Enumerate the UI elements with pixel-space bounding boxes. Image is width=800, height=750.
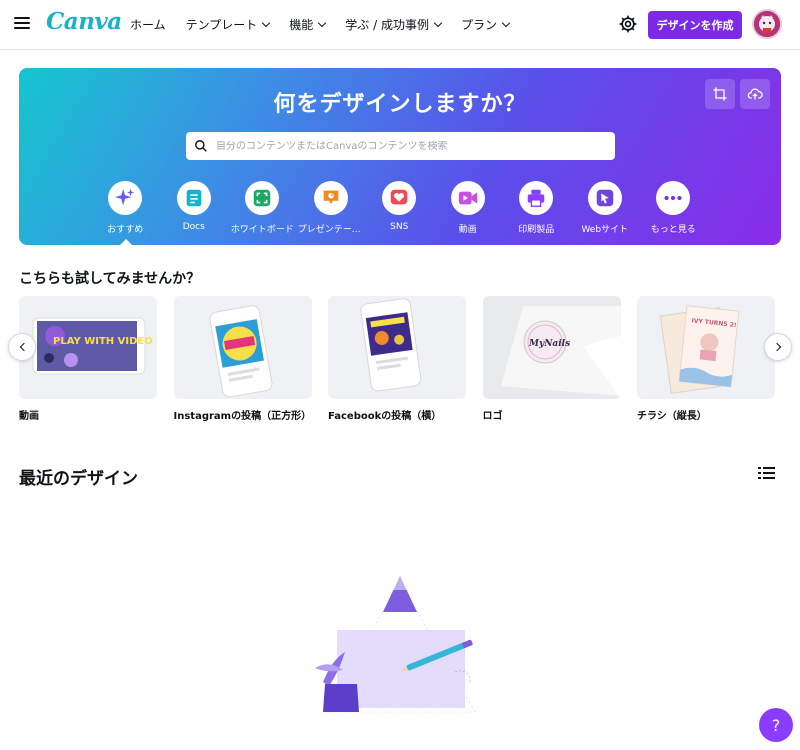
card-label: チラシ（縦長） [637, 411, 707, 422]
selected-category-indicator [120, 239, 132, 245]
category-label: 印刷製品 [518, 225, 555, 235]
carousel-next-button[interactable] [764, 333, 792, 361]
category-circle [656, 181, 691, 215]
category-label: SNS [390, 222, 409, 232]
nav-home-label: ホーム [130, 18, 166, 32]
card-label: Facebookの投稿（横） [328, 411, 442, 422]
category-circle [382, 181, 417, 215]
category-label: おすすめ [107, 225, 144, 235]
category-whiteboard[interactable]: ホワイトボード [228, 181, 297, 235]
category-presentation[interactable]: プレゼンテーション [297, 181, 366, 235]
gear-icon[interactable] [618, 14, 638, 34]
printer-icon [528, 189, 545, 207]
suggestion-card-facebook[interactable]: Facebookの投稿（横） [328, 296, 466, 422]
nav-features-label: 機能 [289, 18, 314, 32]
chevron-right-icon [772, 342, 781, 352]
card-label: 動画 [19, 411, 39, 422]
menu-icon[interactable] [14, 17, 30, 31]
search-field[interactable] [186, 132, 615, 160]
card-thumb-text: MyNails [528, 339, 570, 349]
suggestion-card-logo[interactable]: MyNails ロゴ [482, 296, 621, 422]
nav-learn[interactable]: 学ぶ / 成功事例 [345, 16, 443, 33]
hero-title: 何をデザインしますか？ [273, 92, 527, 117]
list-view-icon[interactable] [758, 465, 776, 481]
upload-cloud-icon[interactable] [740, 79, 770, 109]
chevron-down-icon [433, 18, 443, 28]
nav-home[interactable]: ホーム [130, 16, 166, 33]
try-section-title: こちらも試してみませんか？ [19, 271, 201, 287]
suggestion-card-video[interactable]: PLAY WITH VIDEO 動画 [19, 296, 157, 422]
category-label: 動画 [458, 225, 477, 235]
chevron-left-icon [19, 342, 28, 352]
category-circle [519, 181, 554, 215]
category-label: Docs [182, 222, 205, 232]
chevron-down-icon [318, 18, 327, 28]
category-video[interactable]: 動画 [434, 181, 503, 235]
category-docs[interactable]: Docs [160, 181, 229, 235]
card-thumbnail [328, 296, 466, 399]
card-thumbnail: IVY TURNS 2! [637, 296, 775, 399]
more-icon [664, 195, 682, 201]
category-circle [587, 181, 622, 215]
nav-learn-label: 学ぶ / 成功事例 [345, 18, 429, 32]
avatar[interactable] [752, 9, 782, 39]
heart-icon [391, 189, 408, 205]
category-circle [245, 181, 280, 215]
search-icon [195, 140, 207, 152]
card-label: ロゴ [482, 411, 503, 422]
hero-banner: 何をデザインしますか？ おすすめ Docs ホワイトボード [19, 68, 781, 245]
card-thumbnail: PLAY WITH VIDEO [19, 296, 157, 399]
category-more[interactable]: もっと見る [639, 181, 708, 235]
crop-icon[interactable] [705, 79, 735, 109]
whiteboard-icon [254, 189, 271, 207]
category-sns[interactable]: SNS [365, 181, 434, 235]
card-thumbnail: MyNails [482, 296, 621, 399]
chevron-down-icon [262, 18, 271, 28]
recent-designs-title: 最近のデザイン [19, 469, 138, 489]
docs-icon [186, 189, 202, 207]
help-button[interactable]: ? [759, 708, 793, 742]
category-label: プレゼンテーション [297, 225, 364, 235]
sparkle-icon [115, 188, 135, 206]
suggestion-card-instagram[interactable]: Instagramの投稿（正方形） [173, 296, 312, 422]
suggestion-cards: PLAY WITH VIDEO 動画 Instagramの投稿（正方形） Fac… [19, 296, 792, 422]
category-recommended[interactable]: おすすめ [91, 181, 160, 235]
presentation-icon [323, 190, 339, 205]
card-thumb-text: PLAY WITH VIDEO [53, 336, 153, 347]
category-circle [108, 181, 143, 215]
canva-logo[interactable]: Canva [46, 8, 122, 35]
nav-templates-label: テンプレート [185, 18, 258, 32]
category-label: Webサイト [581, 225, 629, 235]
chevron-down-icon [501, 18, 511, 28]
nav-plans-label: プラン [460, 18, 497, 32]
category-print[interactable]: 印刷製品 [502, 181, 571, 235]
category-circle [313, 181, 348, 215]
nav-plans[interactable]: プラン [460, 16, 511, 33]
category-shortcuts: おすすめ Docs ホワイトボード プレゼンテーション SNS [91, 181, 708, 235]
empty-state-illustration [315, 576, 476, 713]
suggestion-card-flyer[interactable]: IVY TURNS 2! チラシ（縦長） [637, 296, 775, 422]
cursor-icon [596, 189, 613, 207]
carousel-prev-button[interactable] [8, 333, 36, 361]
nav-templates[interactable]: テンプレート [185, 16, 271, 33]
card-label: Instagramの投稿（正方形） [173, 411, 312, 422]
category-circle [450, 181, 485, 215]
category-label: もっと見る [650, 225, 696, 235]
nav-features[interactable]: 機能 [289, 16, 327, 33]
card-thumbnail [173, 296, 312, 399]
video-icon [458, 191, 477, 205]
search-input[interactable] [216, 140, 596, 152]
category-label: ホワイトボード [230, 225, 294, 235]
category-circle [176, 181, 211, 215]
create-design-button[interactable]: デザインを作成 [648, 11, 742, 39]
category-website[interactable]: Webサイト [571, 181, 640, 235]
main-nav: ホーム テンプレート 機能 学ぶ / 成功事例 プラン [130, 16, 529, 33]
top-navigation-bar: Canva ホーム テンプレート 機能 学ぶ / 成功事例 プラン デザインを作… [0, 0, 800, 50]
